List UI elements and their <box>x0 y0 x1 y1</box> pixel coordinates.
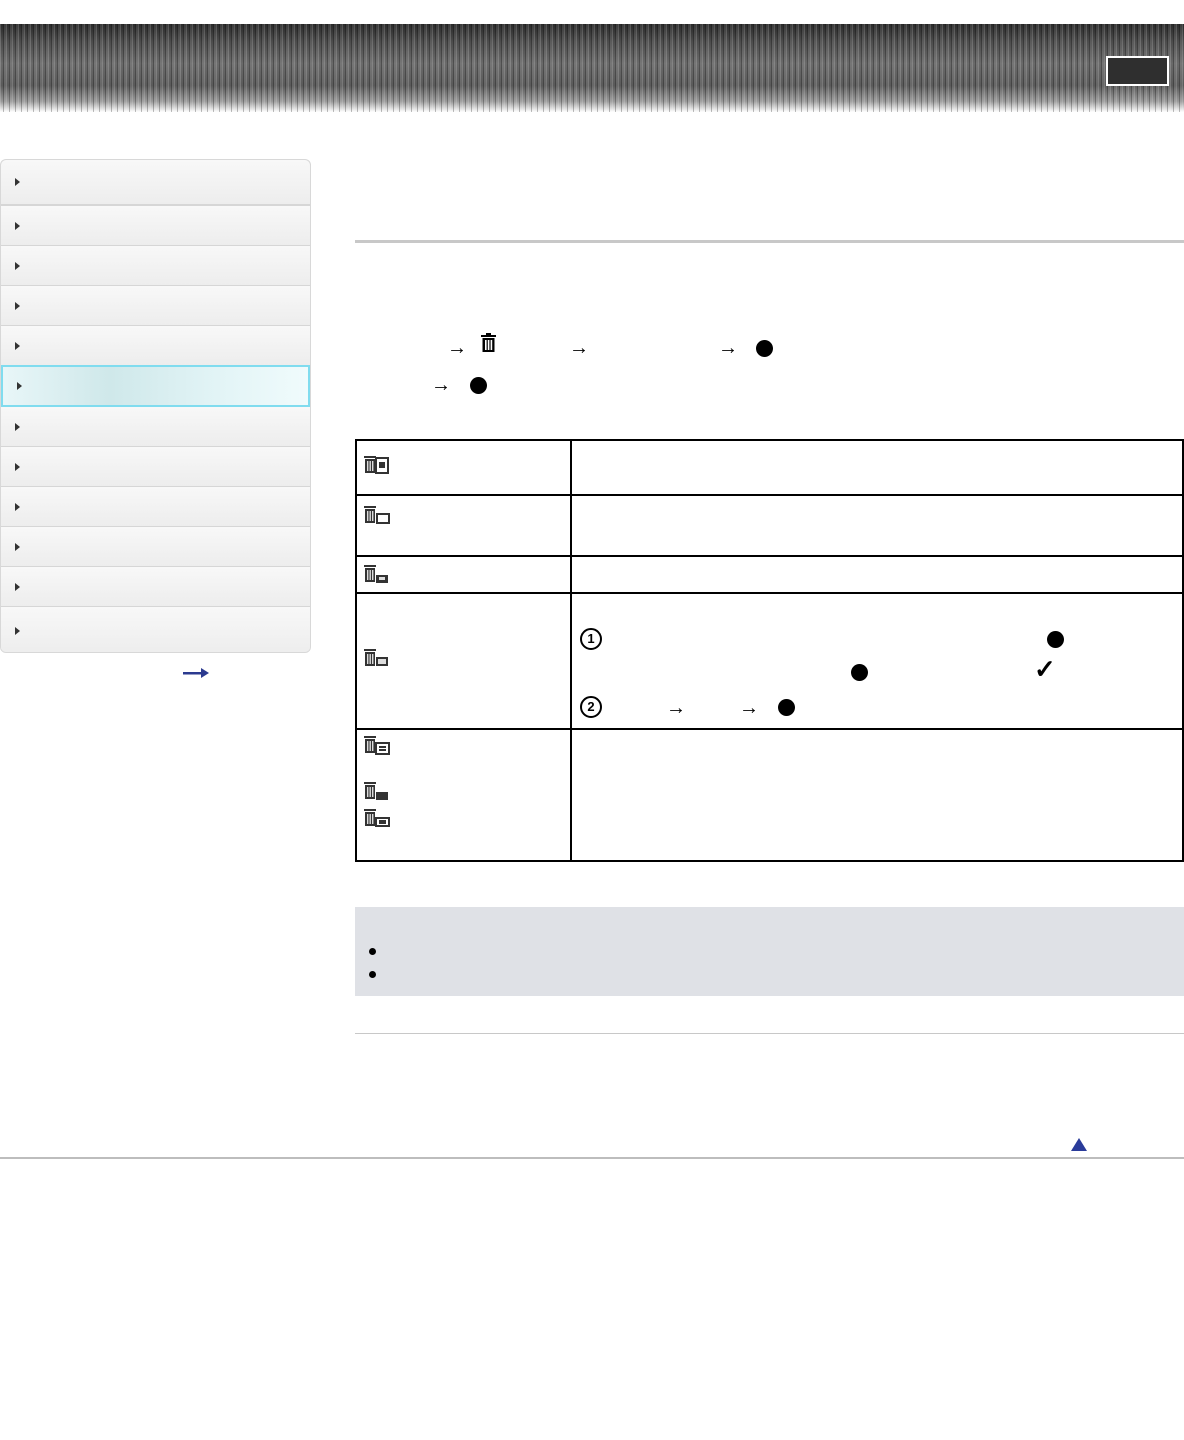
sidebar-item-3[interactable] <box>1 246 310 287</box>
table-row <box>355 494 1184 557</box>
back-to-top-icon[interactable] <box>1071 1138 1087 1151</box>
caret-right-icon <box>17 382 22 390</box>
table-cell-description <box>570 728 1184 862</box>
arrow-icon: → <box>569 337 589 359</box>
caret-right-icon <box>15 582 20 591</box>
bullet-icon <box>369 948 376 955</box>
arrow-icon: → <box>666 697 686 719</box>
header-button[interactable] <box>1106 56 1169 86</box>
bullet-icon <box>369 971 376 978</box>
delete-all-mp4-icon <box>364 809 390 827</box>
caret-right-icon <box>15 502 20 511</box>
content-divider <box>355 1033 1184 1034</box>
title-divider <box>355 240 1184 243</box>
sidebar-item-5[interactable] <box>1 326 310 367</box>
table-cell-option <box>355 555 572 594</box>
center-button-icon <box>851 664 868 681</box>
table-cell-description <box>570 439 1184 496</box>
sidebar-item-6-active[interactable] <box>1 365 310 407</box>
center-button-icon <box>778 699 795 716</box>
arrow-icon: → <box>718 337 738 359</box>
sidebar-item-11[interactable] <box>1 567 310 608</box>
sidebar <box>0 159 311 653</box>
caret-right-icon <box>15 261 20 270</box>
step-1-icon: 1 <box>580 628 602 650</box>
right-arrow-icon[interactable] <box>183 668 209 678</box>
caret-right-icon <box>15 341 20 350</box>
arrow-icon: → <box>447 337 467 359</box>
sidebar-item-1[interactable] <box>1 160 310 206</box>
table-cell-description: 1 ✓ 2 → → <box>570 592 1184 730</box>
sidebar-item-7[interactable] <box>1 407 310 448</box>
checkmark-icon: ✓ <box>1034 654 1056 684</box>
sidebar-item-10[interactable] <box>1 527 310 568</box>
header-banner <box>0 24 1184 112</box>
delete-this-image-icon <box>364 456 389 474</box>
table-cell-description <box>570 494 1184 557</box>
delete-all-images-icon <box>364 736 390 755</box>
caret-right-icon <box>15 542 20 551</box>
center-button-icon <box>470 377 487 394</box>
sidebar-item-4[interactable] <box>1 286 310 327</box>
table-cell-option <box>355 592 572 730</box>
table-cell-option <box>355 439 572 496</box>
caret-right-icon <box>15 301 20 310</box>
delete-all-in-date-icon <box>364 506 390 524</box>
center-button-icon <box>756 340 773 357</box>
step-2-icon: 2 <box>580 696 602 718</box>
caret-right-icon <box>15 626 20 635</box>
multiple-images-icon <box>364 649 388 666</box>
table-row: 1 ✓ 2 → → <box>355 592 1184 730</box>
table-cell-description <box>570 555 1184 594</box>
delete-all-in-folder-icon <box>364 565 388 583</box>
table-row <box>355 728 1184 862</box>
table-cell-option <box>355 494 572 557</box>
sidebar-item-9[interactable] <box>1 487 310 528</box>
arrow-icon: → <box>431 374 451 396</box>
caret-right-icon <box>15 462 20 471</box>
sidebar-item-8[interactable] <box>1 447 310 488</box>
center-button-icon <box>1047 631 1064 648</box>
notes-box <box>355 907 1184 996</box>
trash-icon <box>481 333 496 352</box>
footer-divider <box>0 1157 1184 1159</box>
delete-options-table: 1 ✓ 2 → → <box>355 439 1184 862</box>
caret-right-icon <box>15 422 20 431</box>
table-cell-option <box>355 728 572 862</box>
delete-all-movies-icon <box>364 782 388 800</box>
arrow-icon: → <box>739 697 759 719</box>
caret-right-icon <box>15 178 20 186</box>
table-row <box>355 439 1184 496</box>
caret-right-icon <box>15 221 20 230</box>
table-row <box>355 555 1184 594</box>
sidebar-item-12[interactable] <box>1 607 310 652</box>
sidebar-item-2[interactable] <box>1 206 310 247</box>
